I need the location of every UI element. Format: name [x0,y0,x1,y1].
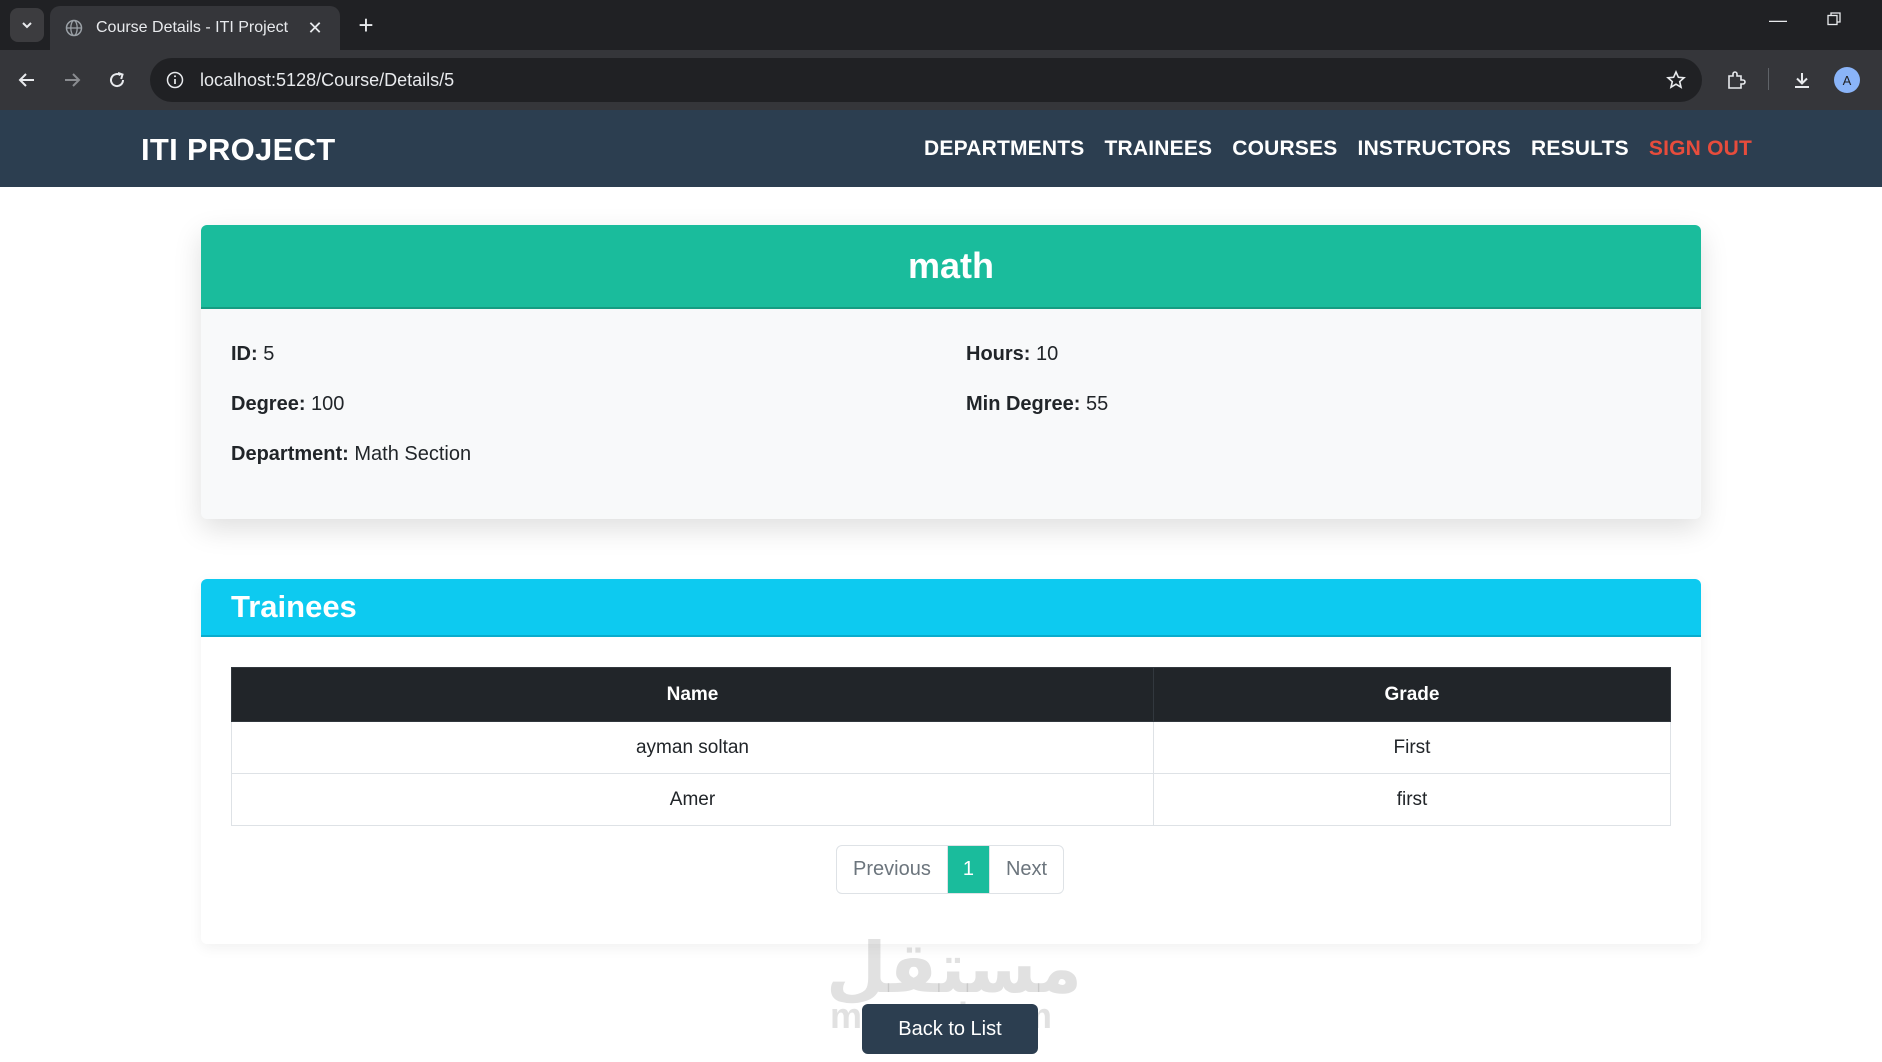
browser-toolbar: localhost:5128/Course/Details/5 [0,50,1882,110]
globe-icon [64,18,84,38]
trainees-table: Name Grade ayman soltan First Amer first [231,667,1671,826]
nav-links: DEPARTMENTS TRAINEES COURSES INSTRUCTORS… [924,137,1752,161]
course-department-field: Department: Math Section [231,443,471,466]
course-department-label: Department: [231,443,349,465]
chevron-down-icon [22,22,32,29]
browser-tab-strip: Course Details - ITI Project ✕ + — [0,0,1882,50]
column-header-name: Name [231,667,1154,722]
toolbar-divider [1768,68,1769,90]
course-hours-label: Hours: [966,343,1031,365]
course-min-degree-value: 55 [1086,393,1109,415]
course-title: math [907,245,994,286]
course-degree-field: Degree: 100 [231,393,344,416]
column-header-grade: Grade [1153,667,1671,722]
trainee-grade-cell: First [1153,721,1671,774]
course-min-degree-label: Min Degree: [966,393,1081,415]
browser-tab[interactable]: Course Details - ITI Project ✕ [50,6,340,50]
new-tab-plus-icon[interactable]: + [352,12,380,40]
pagination-previous-button[interactable]: Previous [837,846,947,893]
table-row: ayman soltan First [231,721,1671,774]
trainees-title: Trainees [231,589,357,624]
profile-avatar[interactable]: A [1834,67,1860,93]
back-to-list-button[interactable]: Back to List [862,1004,1038,1054]
pagination-next-button[interactable]: Next [988,846,1063,893]
close-icon[interactable]: ✕ [304,18,326,39]
reload-icon[interactable] [101,64,133,96]
trainee-name-cell: Amer [231,773,1154,826]
nav-departments[interactable]: DEPARTMENTS [924,137,1084,161]
bookmark-star-icon[interactable] [1664,68,1688,92]
course-header: math [201,225,1701,309]
table-row: Amer first [231,773,1671,826]
pagination: Previous 1 Next [836,845,1065,894]
course-department-value: Math Section [354,443,472,465]
download-icon[interactable] [1786,64,1818,96]
site-brand[interactable]: ITI PROJECT [141,132,336,168]
course-degree-value: 100 [311,393,345,415]
site-info-icon[interactable] [164,69,186,91]
extensions-puzzle-icon[interactable] [1720,64,1752,96]
forward-arrow-icon[interactable] [56,64,88,96]
course-min-degree-field: Min Degree: 55 [966,393,1108,416]
minimize-icon[interactable]: — [1758,10,1798,31]
course-degree-label: Degree: [231,393,306,415]
nav-trainees[interactable]: TRAINEES [1104,137,1212,161]
tab-search-button[interactable] [10,8,44,42]
pagination-page-button[interactable]: 1 [946,846,989,893]
trainee-grade-cell: first [1153,773,1671,826]
trainee-name-cell: ayman soltan [231,721,1154,774]
course-details-body: ID: 5 Hours: 10 Degree: 100 Min Degree: … [201,309,1701,517]
tab-title: Course Details - ITI Project [96,19,289,36]
table-header-row: Name Grade [231,667,1671,722]
back-arrow-icon[interactable] [11,64,43,96]
course-hours-value: 10 [1036,343,1059,365]
course-id-field: ID: 5 [231,343,274,366]
course-hours-field: Hours: 10 [966,343,1058,366]
nav-results[interactable]: RESULTS [1531,137,1629,161]
course-id-label: ID: [231,343,258,365]
nav-sign-out[interactable]: SIGN OUT [1649,137,1752,161]
site-navbar: ITI PROJECT DEPARTMENTS TRAINEES COURSES… [0,110,1882,187]
restore-icon[interactable] [1814,10,1854,31]
trainees-header: Trainees [201,579,1701,637]
nav-instructors[interactable]: INSTRUCTORS [1358,137,1512,161]
nav-courses[interactable]: COURSES [1232,137,1337,161]
course-details-card: math ID: 5 Hours: 10 Degree: 100 Min Deg… [201,225,1701,519]
course-id-value: 5 [263,343,275,365]
url-text[interactable]: localhost:5128/Course/Details/5 [200,70,1664,91]
address-bar[interactable]: localhost:5128/Course/Details/5 [150,58,1702,102]
